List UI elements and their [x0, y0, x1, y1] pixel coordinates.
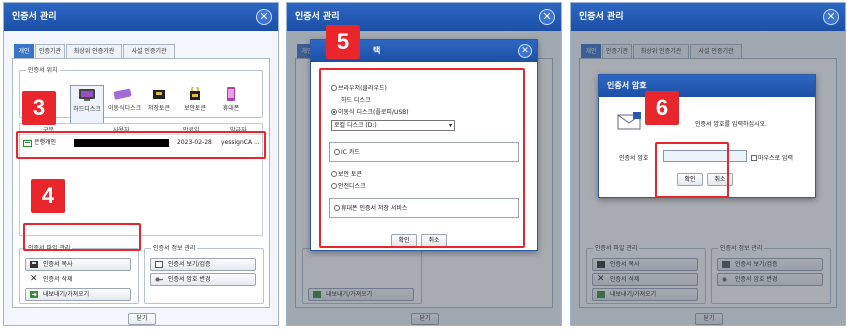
highlight-storage-dialog — [319, 68, 525, 248]
location-label: 이동식디스크 — [108, 105, 142, 112]
delete-cert-button[interactable]: ✕ 인증서 삭제 — [25, 273, 131, 286]
delete-x-icon: ✕ — [30, 274, 38, 284]
step-marker-3: 3 — [22, 91, 56, 125]
delete-cert-label: 인증서 삭제 — [43, 276, 73, 283]
export-icon — [30, 291, 38, 298]
location-label: 휴대폰 — [222, 105, 240, 112]
storage-token-icon — [153, 90, 165, 99]
close-button[interactable]: 닫기 — [128, 313, 156, 325]
copy-cert-button[interactable]: 인증서 복사 — [25, 258, 131, 271]
change-password-label: 인증서 암호 변경 — [168, 276, 211, 283]
floppy-icon — [30, 261, 38, 268]
change-password-button[interactable]: 인증서 암호 변경 — [150, 273, 256, 286]
export-import-label: 내보내기/가져오기 — [43, 291, 90, 298]
location-mobile-phone[interactable]: 휴대폰 — [216, 85, 246, 125]
location-label: 보안토큰 — [183, 105, 207, 112]
hard-disk-icon — [79, 89, 95, 101]
location-removable-disk[interactable]: 이동식디스크 — [108, 85, 142, 125]
file-mgmt-group: 인증서 파일 관리 인증서 복사 ✕ 인증서 삭제 내보내기/가져오기 — [19, 244, 139, 304]
location-legend: 인증서 위치 — [26, 66, 60, 75]
close-icon[interactable]: ✕ — [539, 9, 555, 25]
highlight-copy-button — [23, 223, 141, 251]
password-dialog-title: 인증서 암호 — [599, 75, 815, 97]
info-mgmt-legend: 인증서 정보 관리 — [151, 244, 198, 253]
mouse-input-checkbox[interactable] — [751, 155, 757, 161]
highlight-cert-row — [16, 131, 266, 159]
password-message: 인증서 암호를 입력하십시오. — [695, 121, 767, 128]
location-security-token[interactable]: 보안토큰 — [180, 85, 210, 125]
security-token-icon — [190, 87, 200, 100]
envelope-lock-icon — [617, 112, 641, 130]
info-mgmt-group: 인증서 정보 관리 인증서 보기/검증 인증서 암호 변경 — [144, 244, 264, 304]
removable-disk-icon — [113, 88, 132, 100]
location-hard-disk[interactable]: 하드디스크 — [70, 85, 104, 125]
view-cert-icon — [155, 261, 163, 268]
close-icon[interactable]: ✕ — [823, 9, 839, 25]
tab-private-ca[interactable]: 사설 인증기관 — [123, 44, 175, 58]
tab-personal[interactable]: 개인 — [14, 44, 34, 58]
export-import-button[interactable]: 내보내기/가져오기 — [25, 288, 131, 301]
tab-root-ca[interactable]: 최상위 인증기관 — [66, 44, 122, 58]
password-field-label: 인증서 암호 — [619, 155, 649, 162]
cert-manager-window-step6: 인증서 관리 ✕ 개인 인증기관 최상위 인증기관 사설 인증기관 인증서 파일… — [570, 2, 846, 326]
mobile-phone-icon — [227, 87, 235, 101]
location-label: 저장토큰 — [147, 105, 171, 112]
mouse-input-label: 마우스로 입력 — [758, 155, 794, 162]
window-title: 인증서 관리 — [571, 3, 845, 31]
mouse-input-option[interactable]: 마우스로 입력 — [751, 153, 793, 162]
cert-manager-window: 인증서 관리 ✕ 개인 인증기관 최상위 인증기관 사설 인증기관 인증서 위치… — [3, 2, 279, 326]
highlight-password-area — [655, 142, 729, 198]
close-icon[interactable]: ✕ — [256, 9, 272, 25]
cert-manager-window-step5: 인증서 관리 ✕ 개인 내보내기/가져오기 닫기 택 ✕ 브라우저(클라우드) … — [286, 2, 562, 326]
step-marker-5: 5 — [326, 25, 360, 59]
close-icon[interactable]: ✕ — [518, 44, 532, 58]
view-verify-label: 인증서 보기/검증 — [168, 261, 211, 268]
window-title: 인증서 관리 — [4, 3, 278, 31]
key-icon — [155, 277, 163, 282]
location-label: 하드디스크 — [73, 106, 101, 113]
step-marker-6: 6 — [645, 91, 679, 125]
location-storage-token[interactable]: 저장토큰 — [144, 85, 174, 125]
view-verify-button[interactable]: 인증서 보기/검증 — [150, 258, 256, 271]
tab-ca[interactable]: 인증기관 — [35, 44, 65, 58]
copy-cert-label: 인증서 복사 — [43, 261, 73, 268]
step-marker-4: 4 — [31, 179, 65, 213]
